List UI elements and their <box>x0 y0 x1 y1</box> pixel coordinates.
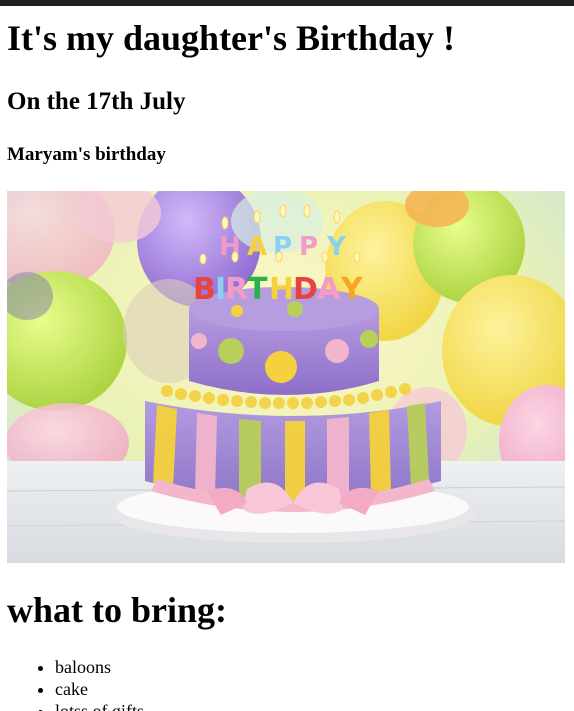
svg-text:A: A <box>317 272 341 307</box>
date-heading: On the 17th July <box>7 88 186 115</box>
list-item: baloons <box>55 656 144 678</box>
birthday-cake-image: H A P P Y B I R T H D A Y <box>7 191 565 563</box>
svg-text:Y: Y <box>326 232 347 262</box>
svg-text:P: P <box>299 232 318 262</box>
bring-list: baloons cake lotss of gifts <box>0 656 144 711</box>
svg-text:Y: Y <box>340 272 364 307</box>
list-item: cake <box>55 678 144 700</box>
name-heading: Maryam's birthday <box>7 144 166 165</box>
svg-text:T: T <box>247 272 268 307</box>
svg-text:H: H <box>269 272 294 307</box>
what-to-bring-heading: what to bring: <box>7 590 228 630</box>
svg-text:A: A <box>247 232 267 262</box>
svg-text:D: D <box>293 272 318 307</box>
window-top-bar <box>0 0 574 6</box>
svg-text:R: R <box>225 272 248 307</box>
page-title: It's my daughter's Birthday ! <box>7 18 456 58</box>
list-item: lotss of gifts <box>55 700 144 711</box>
svg-text:B: B <box>193 272 216 307</box>
